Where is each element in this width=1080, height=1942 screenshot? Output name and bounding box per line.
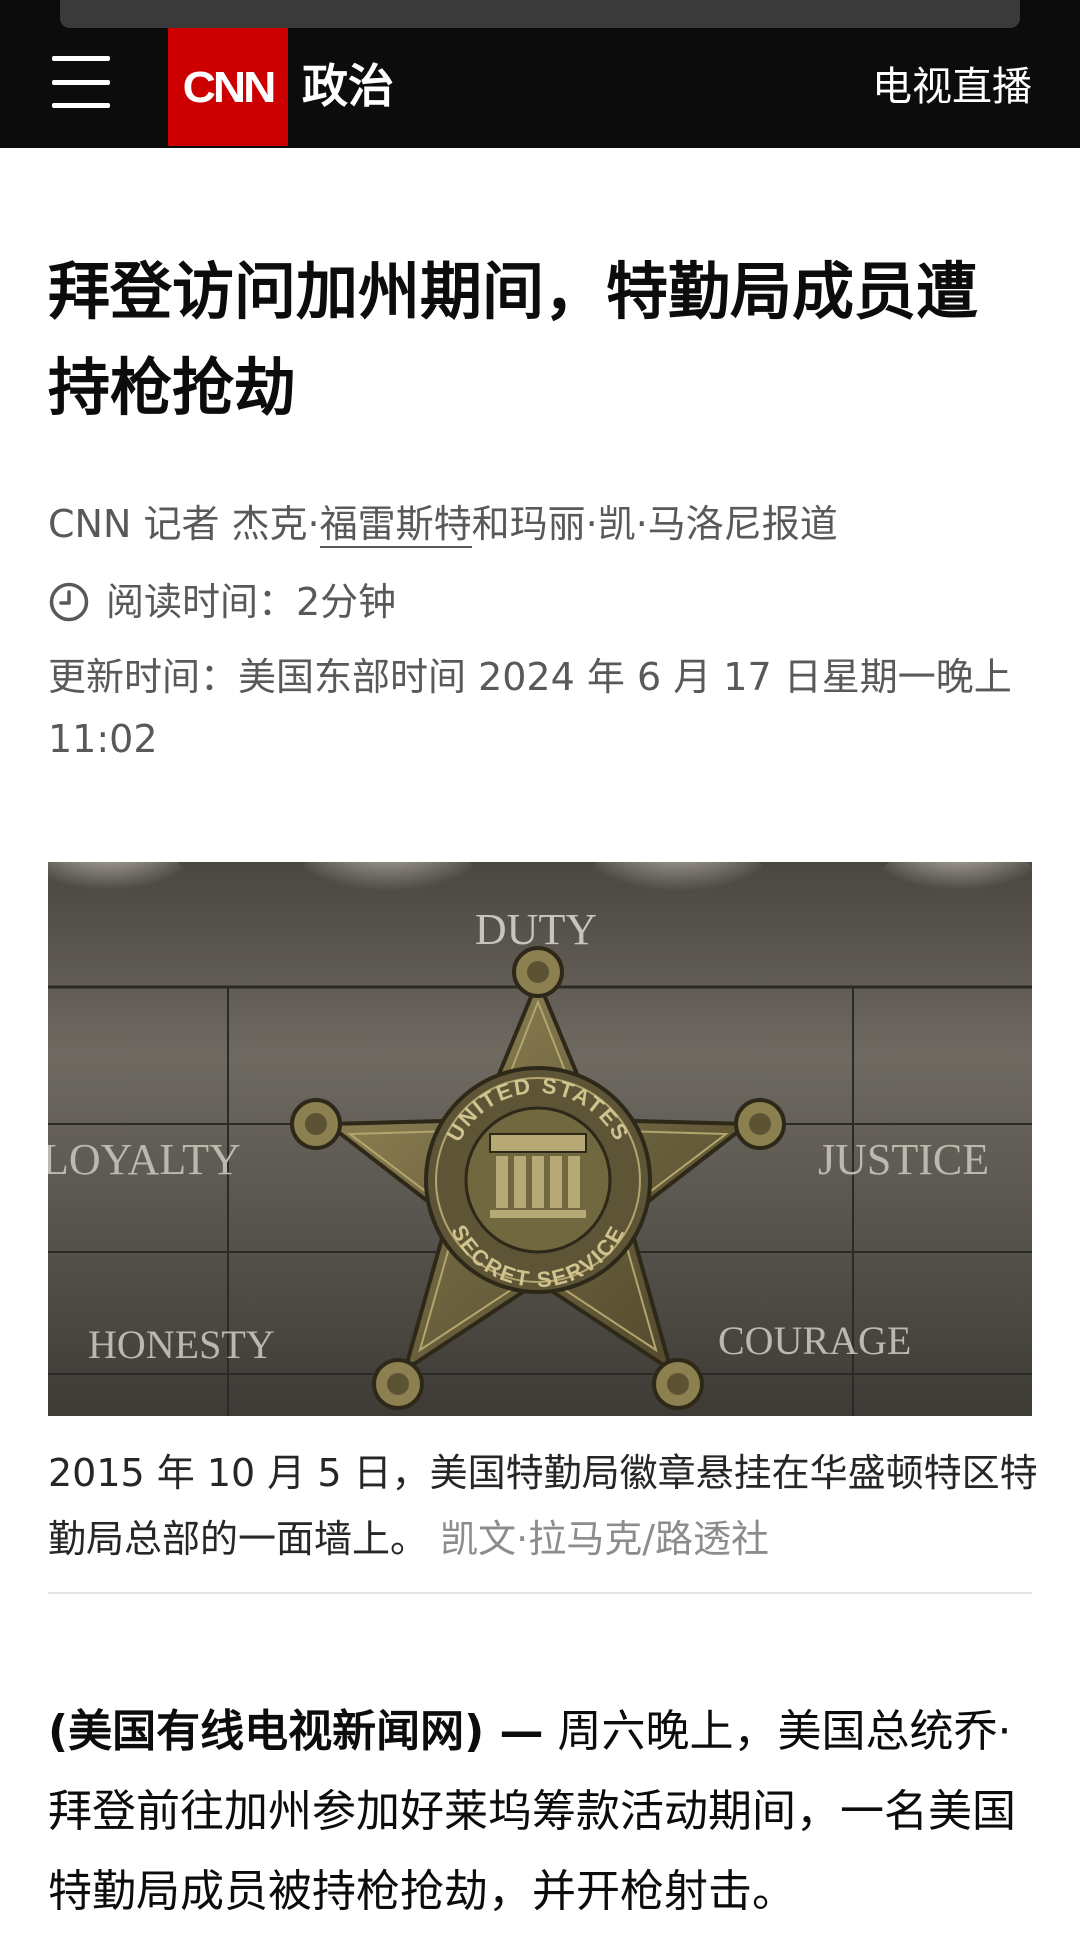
word-honesty: HONESTY bbox=[88, 1322, 275, 1367]
author-link[interactable]: 福雷斯特 bbox=[319, 502, 472, 548]
site-header: CNN 政治 电视直播 bbox=[0, 0, 1080, 148]
browser-top-bar bbox=[60, 0, 1020, 28]
byline: CNN 记者 杰克·福雷斯特和玛丽·凯·马洛尼报道 bbox=[48, 496, 838, 552]
section-title[interactable]: 政治 bbox=[302, 54, 394, 118]
byline-prefix: CNN 记者 杰克· bbox=[48, 502, 320, 546]
word-loyalty: LOYALTY bbox=[48, 1135, 241, 1184]
menu-line bbox=[52, 103, 110, 108]
divider bbox=[48, 1592, 1032, 1594]
read-time: 阅读时间：2分钟 bbox=[48, 574, 396, 630]
image-caption: 2015 年 10 月 5 日，美国特勤局徽章悬挂在华盛顿特区特勤局总部的一面墙… bbox=[48, 1440, 1038, 1572]
dateline-source: (美国有线电视新闻网) — bbox=[48, 1706, 544, 1757]
secret-service-badge-photo: DUTY LOYALTY JUSTICE HONESTY COURAGE UNI… bbox=[48, 862, 1032, 1416]
read-time-text: 阅读时间：2分钟 bbox=[106, 580, 397, 624]
word-courage: COURAGE bbox=[718, 1318, 911, 1363]
article-paragraph: (美国有线电视新闻网) — 周六晚上，美国总统乔·拜登前往加州参加好莱坞筹款活动… bbox=[48, 1692, 1038, 1932]
menu-line bbox=[52, 56, 110, 61]
byline-suffix: 和玛丽·凯·马洛尼报道 bbox=[471, 502, 838, 546]
clock-icon bbox=[49, 582, 89, 622]
article-headline: 拜登访问加州期间，特勤局成员遭持枪抢劫 bbox=[48, 255, 979, 424]
word-justice: JUSTICE bbox=[818, 1135, 989, 1184]
updated-timestamp: 更新时间：美国东部时间 2024 年 6 月 17 日星期一晚上 11:02 bbox=[48, 655, 1012, 761]
live-tv-link[interactable]: 电视直播 bbox=[872, 58, 1032, 116]
cnn-logo-text: CNN bbox=[182, 62, 277, 112]
caption-credit: 凯文·拉马克/路透社 bbox=[440, 1517, 769, 1561]
menu-line bbox=[52, 79, 110, 85]
cnn-logo[interactable]: CNN bbox=[168, 28, 288, 146]
menu-icon[interactable] bbox=[52, 56, 110, 108]
hero-image[interactable]: DUTY LOYALTY JUSTICE HONESTY COURAGE UNI… bbox=[48, 862, 1032, 1416]
